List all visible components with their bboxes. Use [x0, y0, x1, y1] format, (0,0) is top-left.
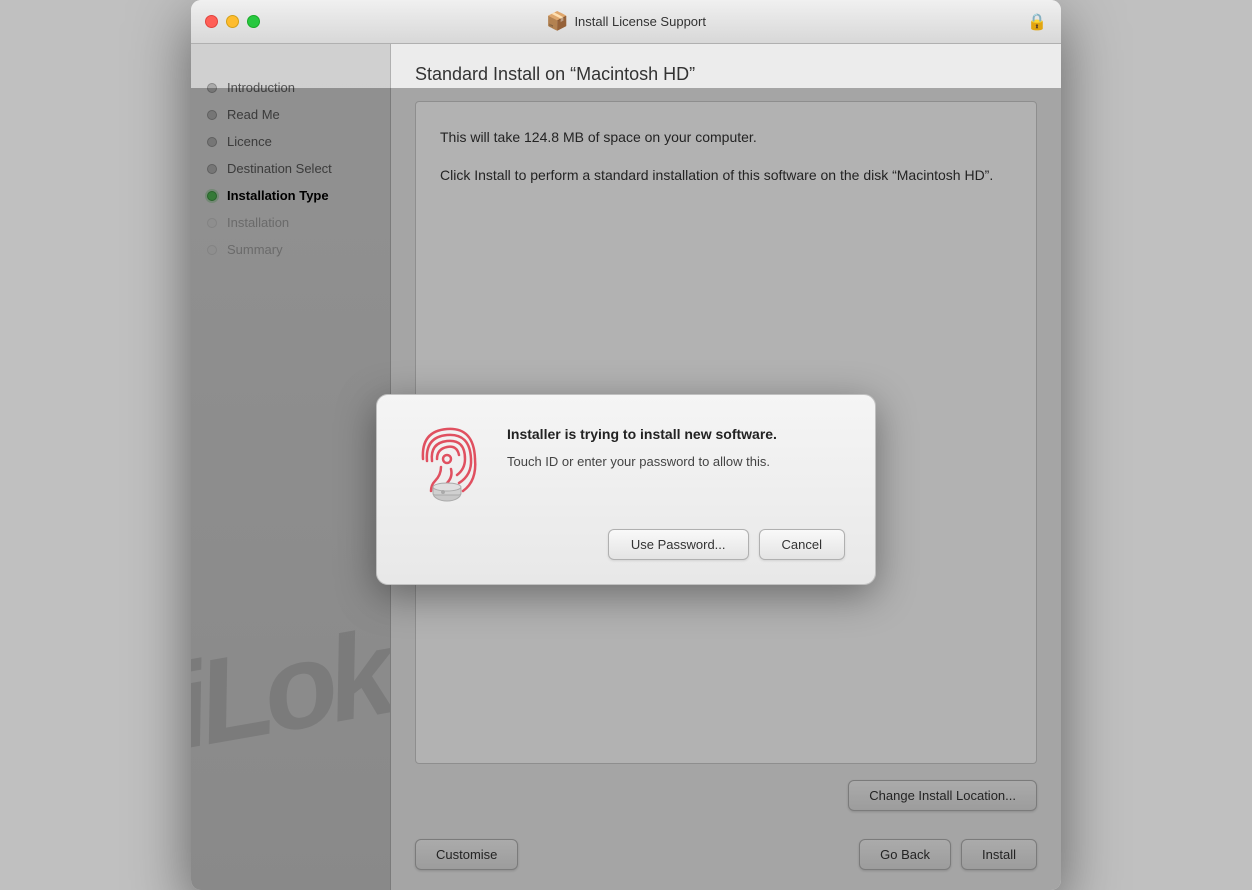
modal-body: Installer is trying to install new softw… — [407, 425, 845, 505]
maximize-button[interactable] — [247, 15, 260, 28]
minimize-button[interactable] — [226, 15, 239, 28]
window-title: Install License Support — [574, 14, 706, 29]
section-title: Standard Install on “Macintosh HD” — [415, 64, 1037, 85]
modal-text-content: Installer is trying to install new softw… — [507, 425, 845, 472]
modal-buttons: Use Password... Cancel — [407, 529, 845, 560]
title-bar: 📦 Install License Support 🔒 — [191, 0, 1061, 44]
main-window: 📦 Install License Support 🔒 Introduction… — [191, 0, 1061, 890]
app-icon: 📦 — [546, 11, 568, 32]
lock-icon: 🔒 — [1027, 12, 1047, 32]
auth-modal: Installer is trying to install new softw… — [376, 394, 876, 585]
cancel-button[interactable]: Cancel — [759, 529, 845, 560]
modal-title: Installer is trying to install new softw… — [507, 425, 845, 445]
close-button[interactable] — [205, 15, 218, 28]
modal-overlay: Installer is trying to install new softw… — [191, 88, 1061, 890]
modal-description: Touch ID or enter your password to allow… — [507, 452, 845, 472]
traffic-lights — [205, 15, 260, 28]
use-password-button[interactable]: Use Password... — [608, 529, 749, 560]
title-bar-title: 📦 Install License Support — [546, 11, 706, 32]
modal-icon — [407, 425, 487, 505]
